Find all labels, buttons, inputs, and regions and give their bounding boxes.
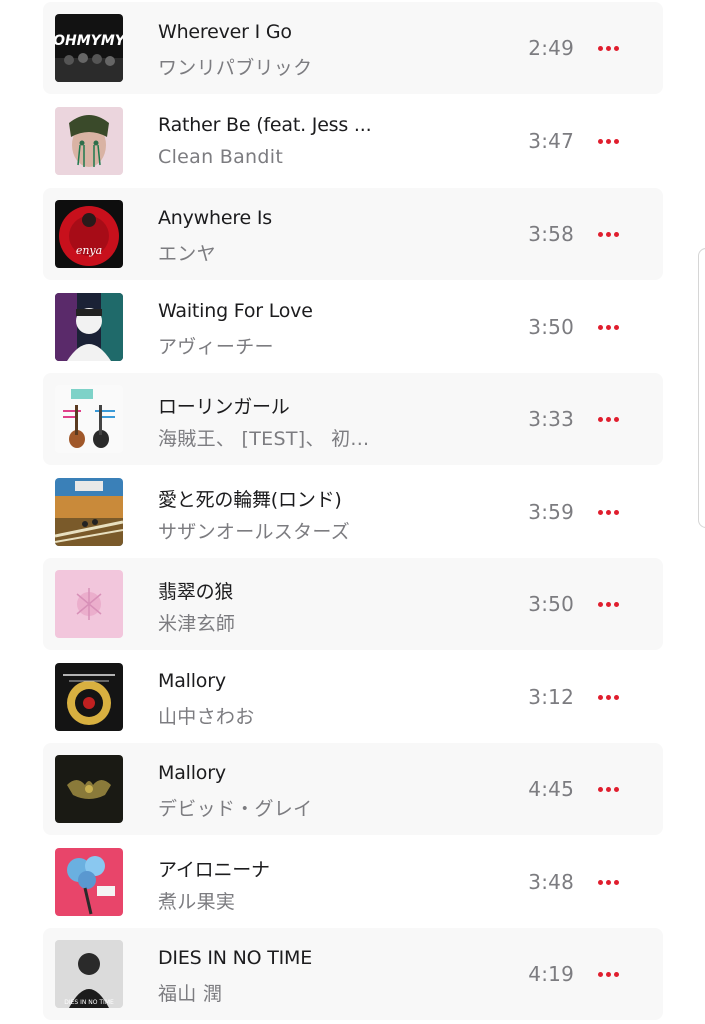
more-options-icon[interactable] [592, 681, 624, 713]
more-options-icon[interactable] [592, 588, 624, 620]
song-artist: 米津玄師 [158, 613, 236, 635]
song-artist: ワンリパブリック [158, 57, 313, 79]
artwork-text: enya [76, 244, 102, 257]
album-art-icon: enya [55, 200, 123, 268]
more-options-icon[interactable] [592, 958, 624, 990]
album-art-icon [55, 478, 123, 546]
song-title: Mallory [158, 762, 226, 784]
song-title: アイロニーナ [158, 859, 270, 881]
song-row-7[interactable]: 翡翠の狼 米津玄師 3:50 [43, 558, 663, 650]
song-title: ローリンガール [158, 396, 290, 418]
song-artist: 山中さわお [158, 706, 255, 728]
album-art-icon [55, 663, 123, 731]
song-title: DIES IN NO TIME [158, 947, 313, 969]
more-options-icon[interactable] [592, 403, 624, 435]
more-options-icon[interactable] [592, 32, 624, 64]
song-row-11[interactable]: DIES IN NO TIME DIES IN NO TIME 福山 潤 4:1… [43, 928, 663, 1020]
song-artist: Clean Bandit [158, 146, 284, 168]
more-options-icon[interactable] [592, 218, 624, 250]
artwork-text: DIES IN NO TIME [64, 999, 114, 1006]
song-row-3[interactable]: enya Anywhere Is エンヤ 3:58 [43, 188, 663, 280]
song-duration: 2:49 [528, 36, 574, 60]
song-duration: 3:50 [528, 315, 574, 339]
song-duration: 3:33 [528, 407, 574, 431]
song-title: 翡翠の狼 [158, 581, 234, 603]
side-edge-panel-handle[interactable] [698, 248, 705, 528]
artwork-text: OHMYMY [55, 33, 123, 49]
song-duration: 4:45 [528, 777, 574, 801]
song-duration: 3:58 [528, 222, 574, 246]
album-art-icon [55, 755, 123, 823]
song-title: Mallory [158, 670, 226, 692]
song-title: 愛と死の輪舞(ロンド) [158, 489, 342, 511]
song-artist: サザンオールスターズ [158, 521, 351, 543]
song-duration: 3:59 [528, 500, 574, 524]
song-row-5[interactable]: ローリンガール 海賊王、 [TEST]、 初... 3:33 [43, 373, 663, 465]
more-options-icon[interactable] [592, 866, 624, 898]
more-options-icon[interactable] [592, 773, 624, 805]
song-duration: 3:47 [528, 129, 574, 153]
song-artist: デビッド・グレイ [158, 798, 313, 820]
album-art-icon [55, 570, 123, 638]
album-art-icon [55, 385, 123, 453]
album-art-icon [55, 293, 123, 361]
song-row-10[interactable]: アイロニーナ 煮ル果実 3:48 [43, 836, 663, 928]
song-title: Anywhere Is [158, 207, 272, 229]
album-art-icon: DIES IN NO TIME [55, 940, 123, 1008]
song-duration: 3:48 [528, 870, 574, 894]
song-duration: 4:19 [528, 962, 574, 986]
song-duration: 3:12 [528, 685, 574, 709]
song-artist: エンヤ [158, 243, 216, 265]
song-list: OHMYMY Wherever I Go ワンリパブリック 2:49 Rathe… [43, 0, 663, 1024]
song-artist: 海賊王、 [TEST]、 初... [158, 428, 370, 450]
song-artist: 煮ル果実 [158, 891, 236, 913]
music-screen: OHMYMY Wherever I Go ワンリパブリック 2:49 Rathe… [0, 0, 705, 1024]
song-artist: アヴィーチー [158, 336, 274, 358]
album-art-icon: OHMYMY [55, 14, 123, 82]
song-artist: 福山 潤 [158, 983, 223, 1005]
more-options-icon[interactable] [592, 311, 624, 343]
song-row-4[interactable]: Waiting For Love アヴィーチー 3:50 [43, 281, 663, 373]
song-duration: 3:50 [528, 592, 574, 616]
song-row-2[interactable]: Rather Be (feat. Jess ... Clean Bandit 3… [43, 95, 663, 187]
song-row-6[interactable]: 愛と死の輪舞(ロンド) サザンオールスターズ 3:59 [43, 466, 663, 558]
album-art-icon [55, 107, 123, 175]
song-title: Waiting For Love [158, 300, 313, 322]
more-options-icon[interactable] [592, 496, 624, 528]
more-options-icon[interactable] [592, 125, 624, 157]
album-art-icon [55, 848, 123, 916]
song-row-8[interactable]: Mallory 山中さわお 3:12 [43, 651, 663, 743]
song-title: Wherever I Go [158, 21, 292, 43]
song-row-1[interactable]: OHMYMY Wherever I Go ワンリパブリック 2:49 [43, 2, 663, 94]
song-row-9[interactable]: Mallory デビッド・グレイ 4:45 [43, 743, 663, 835]
song-title: Rather Be (feat. Jess ... [158, 114, 372, 136]
